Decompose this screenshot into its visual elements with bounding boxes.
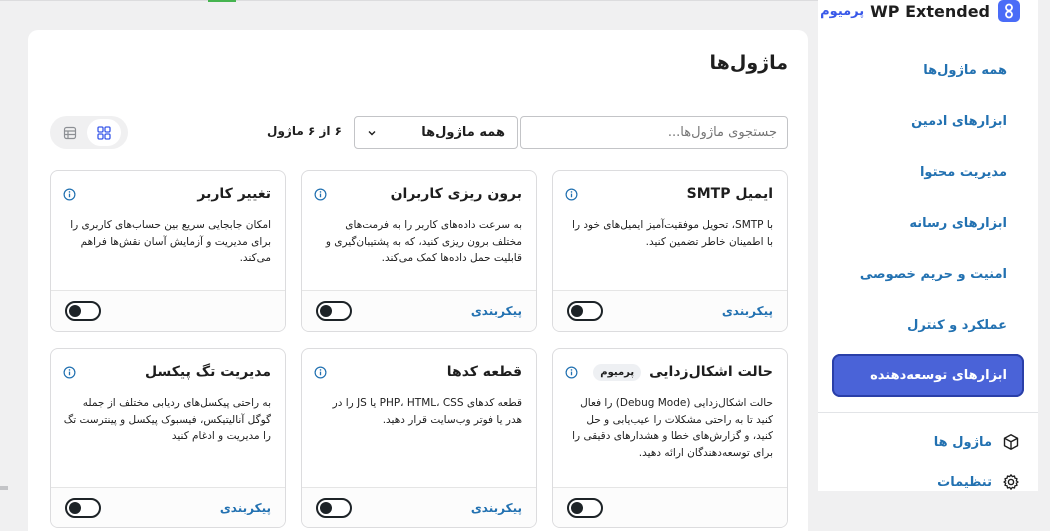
module-filter-select[interactable]: همه ماژول‌ها <box>354 116 518 149</box>
module-toggle[interactable] <box>567 301 603 321</box>
premium-badge: پرمیوم <box>593 363 642 381</box>
brand-name: WP Extended <box>870 1 990 21</box>
sidebar-item-all-modules[interactable]: همه ماژول‌ها <box>832 48 1024 92</box>
card-header: حالت اشکال‌زدایی پرمیوم <box>565 361 773 383</box>
cube-icon <box>1003 434 1019 450</box>
card-description: امکان جابجایی سریع بین حساب‌های کاربری ر… <box>70 219 271 264</box>
info-icon[interactable] <box>565 366 578 379</box>
card-description: حالت اشکال‌زدایی (Debug Mode) را فعال کن… <box>572 397 773 459</box>
module-toggle[interactable] <box>316 301 352 321</box>
top-accent-line <box>208 0 236 2</box>
info-icon[interactable] <box>314 188 327 201</box>
sidebar-item-performance-control[interactable]: عملکرد و کنترل <box>832 303 1024 347</box>
sidebar-item-developer-tools[interactable]: ابزارهای توسعه‌دهنده <box>832 354 1024 397</box>
card-title: برون ریزی کاربران <box>390 186 522 202</box>
card-header: قطعه کدها <box>314 361 522 383</box>
card-title: ایمیل SMTP <box>686 186 773 202</box>
sidebar-item-admin-tools[interactable]: ابزارهای ادمین <box>832 99 1024 143</box>
module-toggle[interactable] <box>316 498 352 518</box>
card-header: تغییر کاربر <box>63 183 271 205</box>
grid-icon <box>97 125 111 140</box>
list-view-button[interactable] <box>53 119 87 146</box>
view-mode-toggle <box>50 116 128 149</box>
module-toggle[interactable] <box>65 301 101 321</box>
module-toggle[interactable] <box>65 498 101 518</box>
sidebar-item-label: همه ماژول‌ها <box>923 62 1007 78</box>
card-footer <box>51 290 285 331</box>
sidebar-link-modules[interactable]: ماژول ها <box>830 427 1020 457</box>
sidebar-footer-nav: ماژول ها تنظیمات <box>830 427 1020 507</box>
card-footer: پیکربندی <box>302 290 536 331</box>
module-count: ۶ از ۶ ماژول <box>267 124 342 138</box>
chevron-down-icon <box>368 130 376 135</box>
sidebar-item-label: ابزارهای ادمین <box>911 113 1007 129</box>
filter-selected-value: همه ماژول‌ها <box>421 125 505 140</box>
card-description: به راحتی پیکسل‌های ردیابی مختلف از جمله … <box>63 397 271 442</box>
toggle-knob <box>69 305 81 317</box>
card-description: با SMTP، تحویل موفقیت‌آمیز ایمیل‌های خود… <box>572 219 773 248</box>
sidebar-link-label: تنظیمات <box>937 474 992 490</box>
sidebar-item-label: مدیریت محتوا <box>919 164 1007 180</box>
info-icon[interactable] <box>63 188 76 201</box>
info-icon[interactable] <box>314 366 327 379</box>
card-title: حالت اشکال‌زدایی <box>649 364 773 380</box>
sidebar-item-label: امنیت و حریم خصوصی <box>859 266 1007 282</box>
sidebar-nav: همه ماژول‌ها ابزارهای ادمین مدیریت محتوا… <box>832 48 1024 404</box>
brand-logo-icon <box>998 0 1020 22</box>
sidebar-item-label: ابزارهای توسعه‌دهنده <box>870 368 1007 383</box>
configure-link[interactable]: پیکربندی <box>722 304 773 318</box>
toggle-knob <box>571 305 583 317</box>
sidebar: WP Extended پرمیوم همه ماژول‌ها ابزارهای… <box>818 0 1038 491</box>
sidebar-item-security-privacy[interactable]: امنیت و حریم خصوصی <box>832 252 1024 296</box>
info-icon[interactable] <box>63 366 76 379</box>
toggle-knob <box>69 502 81 514</box>
module-card-debug-mode: حالت اشکال‌زدایی پرمیوم حالت اشکال‌زدایی… <box>552 348 788 528</box>
sidebar-divider <box>818 412 1038 413</box>
toggle-knob <box>320 502 332 514</box>
page-title: ماژول‌ها <box>709 52 788 74</box>
toggle-knob <box>571 502 583 514</box>
configure-link[interactable]: پیکربندی <box>220 501 271 515</box>
card-title: مدیریت تگ پیکسل <box>145 364 271 380</box>
card-footer: پیکربندی <box>553 290 787 331</box>
module-toggle[interactable] <box>567 498 603 518</box>
grid-view-button[interactable] <box>87 119 121 146</box>
module-card-smtp: ایمیل SMTP با SMTP، تحویل موفقیت‌آمیز ای… <box>552 170 788 332</box>
card-title: تغییر کاربر <box>197 186 271 202</box>
sidebar-item-media-tools[interactable]: ابزارهای رسانه <box>832 201 1024 245</box>
card-title: قطعه کدها <box>446 364 522 380</box>
sidebar-item-label: عملکرد و کنترل <box>907 317 1007 333</box>
toggle-knob <box>320 305 332 317</box>
card-footer: پیکربندی <box>302 487 536 527</box>
configure-link[interactable]: پیکربندی <box>471 304 522 318</box>
top-border <box>0 0 818 1</box>
sidebar-item-content-management[interactable]: مدیریت محتوا <box>832 150 1024 194</box>
scroll-marker <box>0 486 8 490</box>
module-card-switch-user: تغییر کاربر امکان جابجایی سریع بین حساب‌… <box>50 170 286 332</box>
module-card-pixel-tag-manager: مدیریت تگ پیکسل به راحتی پیکسل‌های ردیاب… <box>50 348 286 528</box>
brand-badge: پرمیوم <box>820 3 865 19</box>
card-description: قطعه کدهای PHP، HTML، CSS یا JS را در هد… <box>332 397 522 426</box>
card-description: به سرعت داده‌های کاربر را به فرمت‌های مخ… <box>325 219 522 264</box>
configure-link[interactable]: پیکربندی <box>471 501 522 515</box>
card-header: ایمیل SMTP <box>565 183 773 205</box>
sidebar-link-label: ماژول ها <box>933 434 992 450</box>
card-footer <box>553 487 787 527</box>
card-header: مدیریت تگ پیکسل <box>63 361 271 383</box>
gear-icon <box>1003 474 1019 490</box>
sidebar-link-settings[interactable]: تنظیمات <box>830 467 1020 497</box>
module-card-code-snippets: قطعه کدها قطعه کدهای PHP، HTML، CSS یا J… <box>301 348 537 528</box>
card-footer: پیکربندی <box>51 487 285 527</box>
list-icon <box>63 126 77 139</box>
info-icon[interactable] <box>565 188 578 201</box>
brand[interactable]: WP Extended پرمیوم <box>820 0 1020 22</box>
module-card-export-users: برون ریزی کاربران به سرعت داده‌های کاربر… <box>301 170 537 332</box>
card-header: برون ریزی کاربران <box>314 183 522 205</box>
sidebar-item-label: ابزارهای رسانه <box>909 215 1007 231</box>
search-input[interactable] <box>520 116 788 149</box>
